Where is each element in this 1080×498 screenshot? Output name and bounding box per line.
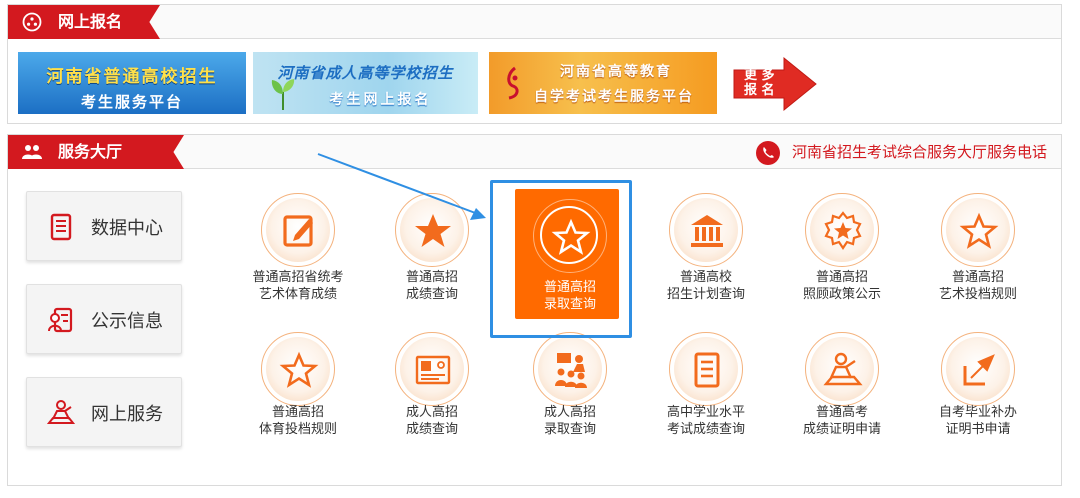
tile-graduation-certificate-reissue[interactable]: 自考毕业补办 证明书申请 (910, 332, 1046, 474)
regular-college-banner[interactable]: 河南省普通高校招生 考生服务平台 (18, 52, 246, 114)
institution-icon (691, 215, 723, 247)
tile-icon-ring (805, 332, 879, 406)
tile-label: 普通高招 体育投档规则 (258, 405, 337, 437)
online-service-button[interactable]: 网上服务 (26, 377, 182, 447)
annotation-arrow-icon (317, 153, 486, 220)
tile-icon-ring (669, 332, 743, 406)
tile-icon-ring (533, 332, 607, 406)
badge-star-icon (824, 211, 862, 250)
group-presentation-icon (555, 353, 587, 388)
adult-college-banner[interactable]: 河南省成人高等学校招生 考生网上报名 (253, 52, 478, 114)
service-hotline[interactable]: 河南省招生考试综合服务大厅服务电话 (754, 141, 1047, 165)
tile-icon-ring (669, 193, 743, 267)
panel-header: 网上报名 (8, 5, 1061, 39)
tile-academic-level-score-query[interactable]: 高中学业水平 考试成绩查询 (638, 332, 774, 474)
tile-label: 高中学业水平 考试成绩查询 (666, 405, 745, 437)
self-study-exam-banner[interactable]: 河南省高等教育 自学考试考生服务平台 (489, 52, 717, 114)
side-button-label: 数据中心 (91, 218, 163, 239)
data-center-button[interactable]: 数据中心 (26, 191, 182, 261)
annotation-highlight-box (490, 180, 632, 338)
profile-document-icon (48, 307, 73, 333)
star-outline-icon (959, 212, 999, 249)
tile-icon-ring (805, 193, 879, 267)
tile-score-certificate-request[interactable]: 普通高考 成绩证明申请 (774, 332, 910, 474)
tile-adult-admission-query[interactable]: 成人高招 录取查询 (502, 332, 638, 474)
service-hall-title: 服务大厅 (58, 142, 123, 161)
more-label: 更 多报 名 (744, 68, 775, 98)
self-study-logo-icon (507, 66, 519, 100)
tile-icon-ring (395, 332, 469, 406)
tile-icon-ring (941, 193, 1015, 267)
sprout-icon (271, 79, 295, 110)
tile-enrollment-plan-query[interactable]: 普通高校 招生计划查询 (638, 193, 774, 335)
tile-label: 普通高考 成绩证明申请 (802, 405, 881, 437)
tile-art-admission-rules[interactable]: 普通高招 艺术投档规则 (910, 193, 1046, 335)
service-hall-tab: 服务大厅 (8, 135, 184, 169)
banner-line2: 自学考试考生服务平台 (534, 89, 694, 105)
document-list-icon (694, 352, 720, 388)
side-button-label: 网上服务 (91, 404, 163, 425)
tile-label: 成人高招 录取查询 (543, 405, 596, 437)
star-outline-icon (279, 351, 319, 388)
registration-tab: 网上报名 (8, 5, 160, 39)
tile-icon-ring (941, 332, 1015, 406)
people-group-icon (22, 145, 42, 159)
banner-line1: 河南省高等教育 (560, 64, 672, 80)
tile-label: 成人高招 成绩查询 (405, 405, 458, 437)
registration-title: 网上报名 (58, 12, 123, 31)
hotline-text: 河南省招生考试综合服务大厅服务电话 (791, 143, 1047, 161)
phone-icon (755, 141, 780, 165)
more-registration-button[interactable]: 更 多报 名 (732, 56, 818, 112)
tile-label: 普通高招 照顾政策公示 (802, 270, 881, 302)
banner-line1: 河南省普通高校招生 (46, 67, 218, 87)
person-desk-icon (47, 400, 75, 424)
tile-adult-score-query[interactable]: 成人高招 成绩查询 (364, 332, 500, 474)
tile-icon-ring (261, 332, 335, 406)
tile-label: 普通高招省统考 艺术体育成绩 (252, 270, 344, 302)
banner-line2: 考生服务平台 (80, 93, 183, 111)
document-list-icon (50, 213, 72, 241)
tile-label: 普通高招 成绩查询 (405, 270, 458, 302)
tile-care-policy-notice[interactable]: 普通高招 照顾政策公示 (774, 193, 910, 335)
certificate-icon (415, 355, 451, 385)
registration-circle-icon (22, 12, 42, 32)
person-desk-icon (823, 352, 863, 386)
tile-label: 普通高招 艺术投档规则 (938, 270, 1017, 302)
panel-header: 服务大厅 河南省招生考试综合服务大厅服务电话 (8, 135, 1061, 169)
public-info-button[interactable]: 公示信息 (26, 284, 182, 354)
tile-sports-admission-rules[interactable]: 普通高招 体育投档规则 (230, 332, 366, 474)
side-button-label: 公示信息 (91, 311, 163, 332)
tile-label: 自考毕业补办 证明书申请 (938, 405, 1017, 437)
tile-label: 普通高校 招生计划查询 (666, 270, 745, 302)
share-arrow-icon (963, 354, 995, 386)
online-registration-panel: 网上报名 河南省普通高校招生 考生服务平台 河南省成人高等学校招生 考生网上报名… (7, 4, 1062, 124)
